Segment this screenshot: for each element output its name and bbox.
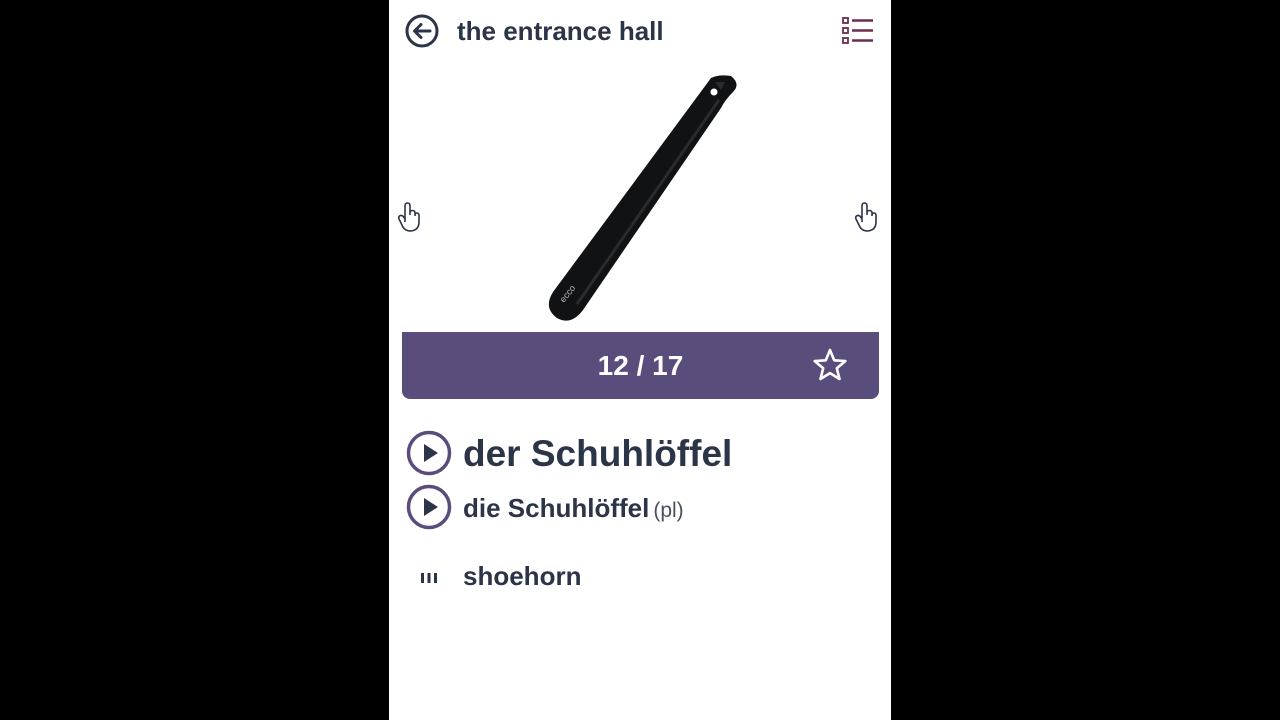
word-plural: die Schuhlöffel (pl) bbox=[463, 491, 684, 528]
menu-button[interactable] bbox=[841, 16, 875, 46]
pointing-hand-icon bbox=[854, 202, 877, 232]
prev-button[interactable] bbox=[397, 200, 423, 234]
progress-bar: 12 / 17 bbox=[402, 332, 879, 399]
card-counter: 12 / 17 bbox=[597, 350, 684, 381]
favorite-button[interactable] bbox=[812, 347, 848, 383]
play-plural-button[interactable] bbox=[406, 484, 452, 530]
translation: shoehorn bbox=[463, 561, 582, 591]
play-singular-button[interactable] bbox=[406, 430, 452, 476]
star-outline-icon bbox=[813, 348, 847, 381]
app-screen: the entrance hall ecco 12 / 17 der Schuh… bbox=[389, 0, 891, 720]
page-title: the entrance hall bbox=[457, 16, 664, 46]
back-button[interactable] bbox=[405, 14, 439, 48]
pointing-hand-icon bbox=[397, 202, 420, 232]
list-icon bbox=[842, 17, 873, 44]
shoehorn-image: ecco bbox=[449, 60, 831, 328]
arrow-left-circle-icon bbox=[405, 14, 439, 48]
plural-text: die Schuhlöffel bbox=[463, 493, 650, 523]
next-button[interactable] bbox=[854, 200, 880, 234]
play-circle-icon bbox=[406, 484, 452, 530]
bars-icon bbox=[420, 571, 438, 583]
word-singular: der Schuhlöffel bbox=[463, 433, 733, 474]
plural-tag: (pl) bbox=[653, 499, 684, 522]
play-circle-icon bbox=[406, 430, 452, 476]
